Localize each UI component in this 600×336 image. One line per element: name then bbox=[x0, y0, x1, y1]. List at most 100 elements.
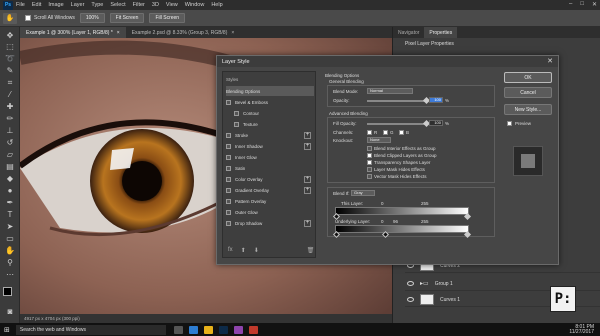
tab-example-1[interactable]: Example 1 @ 300% (Layer 1, RGB/8) * × bbox=[20, 27, 126, 38]
close-icon[interactable]: × bbox=[117, 30, 120, 36]
channel-b-checkbox[interactable] bbox=[399, 130, 404, 135]
up-arrow-icon[interactable]: ⬆ bbox=[241, 247, 246, 254]
brush-tool-icon[interactable]: ✏ bbox=[4, 114, 16, 123]
maximize-icon[interactable]: □ bbox=[580, 1, 584, 8]
zoom-100-button[interactable]: 100% bbox=[79, 13, 105, 23]
dodge-tool-icon[interactable]: ● bbox=[4, 186, 16, 195]
style-checkbox[interactable] bbox=[234, 110, 239, 116]
style-item-pattern-overlay[interactable]: Pattern Overlay bbox=[226, 196, 314, 206]
vector-mask-hides-checkbox[interactable] bbox=[367, 174, 372, 179]
gradient-tool-icon[interactable]: ▤ bbox=[4, 162, 16, 171]
eye-icon[interactable] bbox=[407, 281, 414, 286]
menu-select[interactable]: Select bbox=[110, 2, 125, 8]
menu-view[interactable]: View bbox=[166, 2, 178, 8]
style-checkbox[interactable] bbox=[234, 121, 239, 127]
add-effect-icon[interactable]: + bbox=[304, 219, 311, 227]
style-item-blending-options[interactable]: Blending Options bbox=[226, 86, 314, 96]
style-checkbox[interactable] bbox=[226, 132, 231, 138]
channel-r-checkbox[interactable] bbox=[367, 130, 372, 135]
blend-interior-checkbox[interactable] bbox=[367, 146, 372, 151]
tab-example-2[interactable]: Example 2.psd @ 8.33% (Group 3, RGB/8) × bbox=[126, 27, 241, 38]
quick-select-tool-icon[interactable]: ✎ bbox=[4, 66, 16, 75]
foreground-color-swatch[interactable] bbox=[3, 287, 12, 296]
eraser-tool-icon[interactable]: ▱ bbox=[4, 150, 16, 159]
style-item-bevel-emboss[interactable]: Bevel & Emboss bbox=[226, 97, 314, 107]
add-effect-icon[interactable]: + bbox=[304, 142, 311, 150]
cancel-button[interactable]: Cancel bbox=[504, 87, 552, 98]
fill-opacity-slider[interactable] bbox=[367, 123, 427, 125]
type-tool-icon[interactable]: T bbox=[4, 210, 16, 219]
minimize-icon[interactable]: – bbox=[569, 1, 572, 8]
blend-clipped-checkbox[interactable] bbox=[367, 153, 372, 158]
down-arrow-icon[interactable]: ⬇ bbox=[254, 247, 259, 254]
style-item-inner-glow[interactable]: Inner Glow bbox=[226, 152, 314, 162]
style-checkbox[interactable] bbox=[226, 209, 231, 215]
photoshop-taskbar-icon[interactable] bbox=[218, 325, 228, 334]
styles-header[interactable]: Styles bbox=[226, 74, 314, 84]
clone-stamp-tool-icon[interactable]: ⊥ bbox=[4, 126, 16, 135]
style-item-drop-shadow[interactable]: Drop Shadow + bbox=[226, 218, 314, 228]
style-item-outer-glow[interactable]: Outer Glow bbox=[226, 207, 314, 217]
eye-icon[interactable] bbox=[407, 297, 414, 302]
menu-help[interactable]: Help bbox=[211, 2, 222, 8]
tab-navigator[interactable]: Navigator bbox=[393, 27, 424, 38]
fill-screen-button[interactable]: Fill Screen bbox=[149, 13, 186, 23]
scroll-all-windows-checkbox[interactable] bbox=[25, 15, 31, 21]
file-explorer-icon[interactable] bbox=[203, 325, 213, 334]
menu-image[interactable]: Image bbox=[48, 2, 63, 8]
menu-layer[interactable]: Layer bbox=[71, 2, 85, 8]
fx-button[interactable]: fx bbox=[228, 247, 233, 254]
menu-type[interactable]: Type bbox=[91, 2, 103, 8]
app-icon[interactable] bbox=[248, 325, 258, 334]
style-checkbox[interactable] bbox=[226, 198, 231, 204]
style-item-stroke[interactable]: Stroke + bbox=[226, 130, 314, 140]
style-checkbox[interactable] bbox=[226, 154, 231, 160]
windows-start-icon[interactable]: ⊞ bbox=[4, 326, 10, 334]
edge-icon[interactable] bbox=[188, 325, 198, 334]
marquee-tool-icon[interactable]: ⬚ bbox=[4, 42, 16, 51]
style-checkbox[interactable] bbox=[226, 143, 231, 149]
menu-filter[interactable]: Filter bbox=[133, 2, 145, 8]
channel-g-checkbox[interactable] bbox=[383, 130, 388, 135]
fill-opacity-input[interactable]: 100 bbox=[429, 120, 443, 126]
style-checkbox[interactable] bbox=[226, 165, 231, 171]
style-item-satin[interactable]: Satin bbox=[226, 163, 314, 173]
menu-3d[interactable]: 3D bbox=[152, 2, 159, 8]
underlying-layer-gradient[interactable] bbox=[335, 225, 469, 233]
add-effect-icon[interactable]: + bbox=[304, 186, 311, 194]
transparency-shapes-checkbox[interactable] bbox=[367, 160, 372, 165]
opacity-input[interactable]: 100 bbox=[429, 97, 443, 103]
layer-mask-hides-checkbox[interactable] bbox=[367, 167, 372, 172]
menu-window[interactable]: Window bbox=[185, 2, 205, 8]
menu-edit[interactable]: Edit bbox=[32, 2, 41, 8]
more-tools-icon[interactable]: ⋯ bbox=[4, 270, 16, 279]
ok-button[interactable]: OK bbox=[504, 72, 552, 83]
style-checkbox[interactable] bbox=[226, 99, 231, 105]
blur-tool-icon[interactable]: ◆ bbox=[4, 174, 16, 183]
close-icon[interactable]: ✕ bbox=[547, 57, 553, 65]
preview-checkbox[interactable] bbox=[507, 121, 512, 126]
move-tool-icon[interactable]: ✥ bbox=[4, 31, 16, 40]
style-checkbox[interactable] bbox=[226, 176, 231, 182]
style-item-contour[interactable]: Contour bbox=[226, 108, 314, 118]
blend-if-select[interactable]: Gray bbox=[351, 190, 375, 196]
knockout-select[interactable]: None bbox=[367, 137, 391, 143]
blend-mode-select[interactable]: Normal bbox=[367, 88, 413, 94]
style-checkbox[interactable] bbox=[226, 220, 231, 226]
taskbar-search[interactable]: Search the web and Windows bbox=[15, 324, 166, 335]
add-effect-icon[interactable]: + bbox=[304, 175, 311, 183]
close-icon[interactable]: ✕ bbox=[592, 1, 597, 8]
new-style-button[interactable]: New Style... bbox=[504, 104, 552, 115]
clock[interactable]: 8:01 PM 11/27/2017 bbox=[569, 324, 594, 335]
trash-icon[interactable]: 🗑 bbox=[307, 247, 315, 254]
lasso-tool-icon[interactable]: ➰ bbox=[4, 54, 16, 63]
style-item-color-overlay[interactable]: Color Overlay + bbox=[226, 174, 314, 184]
shape-tool-icon[interactable]: ▭ bbox=[4, 234, 16, 243]
tab-properties[interactable]: Properties bbox=[424, 27, 458, 38]
crop-tool-icon[interactable]: ⌗ bbox=[4, 78, 16, 87]
zoom-tool-icon[interactable]: ⚲ bbox=[4, 258, 16, 267]
history-brush-tool-icon[interactable]: ↺ bbox=[4, 138, 16, 147]
close-icon[interactable]: × bbox=[231, 30, 234, 36]
hand-tool-icon[interactable]: ✋ bbox=[3, 12, 17, 24]
style-item-inner-shadow[interactable]: Inner Shadow + bbox=[226, 141, 314, 151]
